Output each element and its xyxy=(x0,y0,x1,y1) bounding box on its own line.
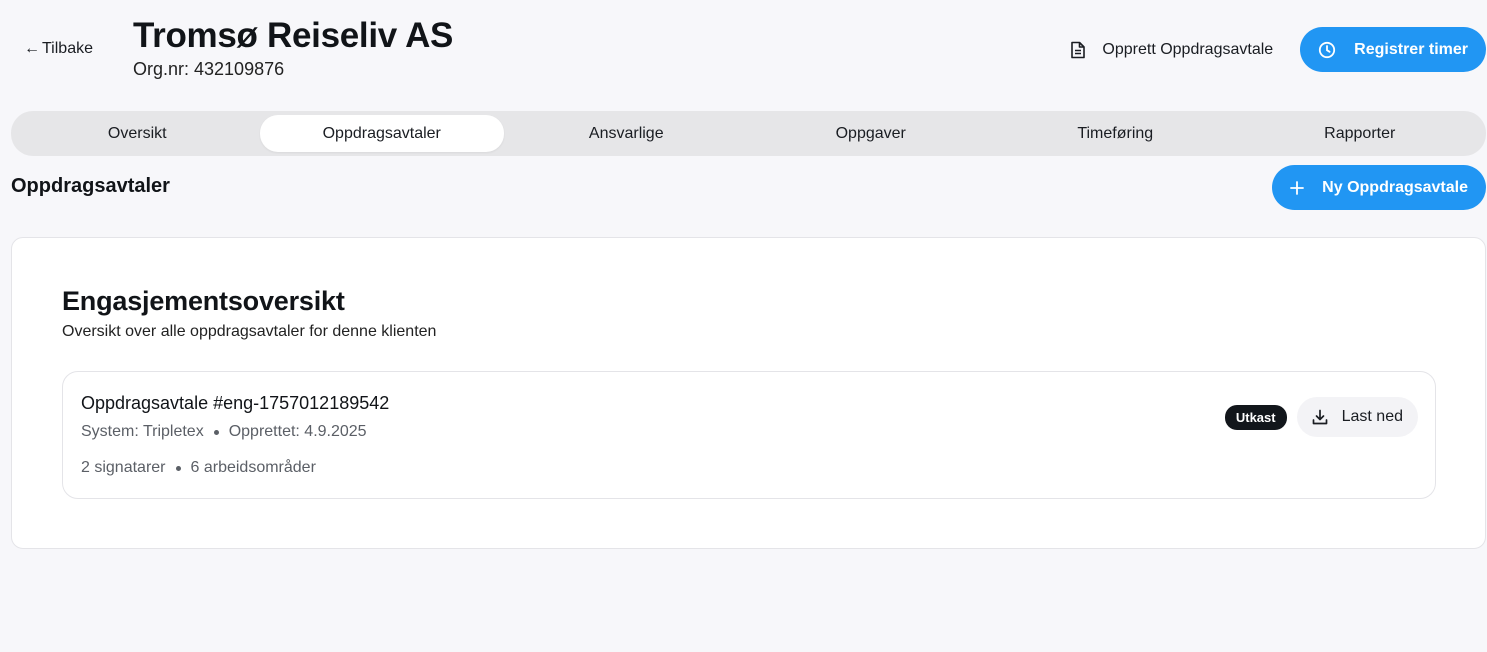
engagement-item[interactable]: Oppdragsavtale #eng-1757012189542 System… xyxy=(62,371,1436,499)
back-link[interactable]: ← Tilbake xyxy=(24,40,93,58)
status-badge: Utkast xyxy=(1224,404,1287,430)
tab-timeforing[interactable]: Timeføring xyxy=(993,115,1238,152)
back-label: Tilbake xyxy=(42,40,93,57)
header-actions: Opprett Oppdragsavtale Registrer timer xyxy=(1070,27,1486,72)
arrow-left-icon: ← xyxy=(24,40,40,57)
card-subtitle: Oversikt over alle oppdragsavtaler for d… xyxy=(62,323,437,340)
card-title: Engasjementsoversikt xyxy=(62,286,345,316)
tab-oppdragsavtaler[interactable]: Oppdragsavtaler xyxy=(259,115,504,152)
new-agreement-button[interactable]: Ny Oppdragsavtale xyxy=(1272,165,1486,210)
client-header: Tromsø Reiseliv AS Org.nr: 432109876 xyxy=(133,16,453,80)
client-name: Tromsø Reiseliv AS xyxy=(133,16,454,55)
document-icon xyxy=(1070,41,1086,59)
register-time-button[interactable]: Registrer timer xyxy=(1300,27,1486,72)
download-button[interactable]: Last ned xyxy=(1296,397,1418,437)
engagement-overview-card: Engasjementsoversikt Oversikt over alle … xyxy=(11,237,1486,549)
tab-ansvarlige[interactable]: Ansvarlige xyxy=(504,115,749,152)
tab-bar: Oversikt Oppdragsavtaler Ansvarlige Oppg… xyxy=(11,111,1486,156)
engagement-work-areas: 6 arbeidsområder xyxy=(190,459,316,476)
download-label: Last ned xyxy=(1341,408,1403,425)
clock-icon xyxy=(1318,41,1336,59)
engagement-actions: Utkast Last ned xyxy=(1224,397,1418,437)
download-icon xyxy=(1312,409,1328,425)
page: ← Tilbake Tromsø Reiseliv AS Org.nr: 432… xyxy=(0,0,1487,652)
org-number: Org.nr: 432109876 xyxy=(133,59,285,79)
engagement-stats: 2 signatarer 6 arbeidsområder xyxy=(81,459,316,477)
section-title: Oppdragsavtaler xyxy=(11,175,170,197)
separator-dot xyxy=(213,429,219,435)
engagement-system: System: Tripletex xyxy=(81,423,204,440)
plus-icon xyxy=(1290,180,1305,195)
create-agreement-button[interactable]: Opprett Oppdragsavtale xyxy=(1070,41,1273,59)
create-agreement-label: Opprett Oppdragsavtale xyxy=(1102,40,1274,58)
separator-dot xyxy=(175,465,181,471)
tab-oversikt[interactable]: Oversikt xyxy=(15,115,260,152)
tab-rapporter[interactable]: Rapporter xyxy=(1238,115,1483,152)
engagement-signatories: 2 signatarer xyxy=(81,459,166,476)
engagement-title: Oppdragsavtale #eng-1757012189542 xyxy=(81,393,390,413)
engagement-meta: System: Tripletex Opprettet: 4.9.2025 xyxy=(81,423,367,441)
tab-oppgaver[interactable]: Oppgaver xyxy=(749,115,994,152)
engagement-created: Opprettet: 4.9.2025 xyxy=(228,423,367,440)
new-agreement-label: Ny Oppdragsavtale xyxy=(1322,178,1468,196)
register-time-label: Registrer timer xyxy=(1354,40,1468,58)
